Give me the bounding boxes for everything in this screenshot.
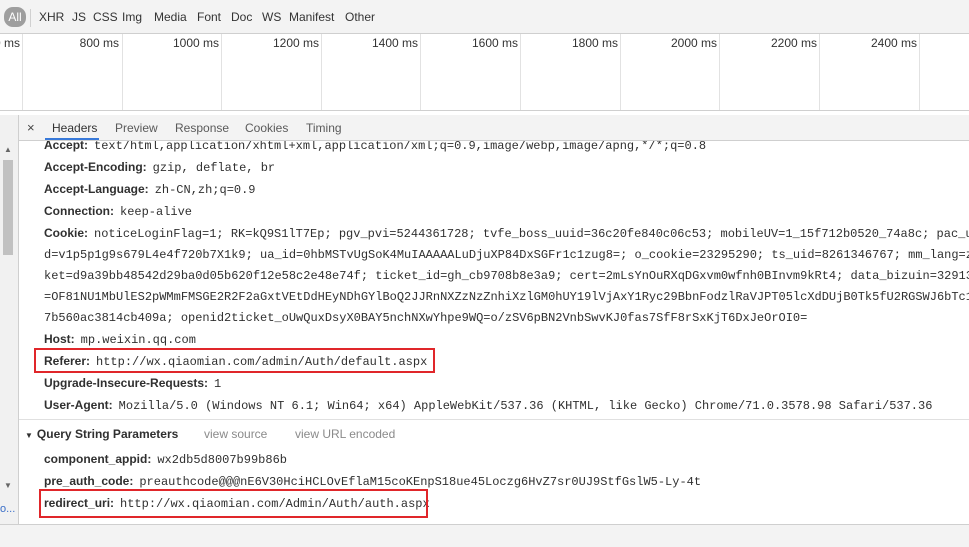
param-key: pre_auth_code: [44, 474, 134, 488]
details-tabbar: × Headers Preview Response Cookies Timin… [19, 115, 969, 141]
timeline-gridline [520, 34, 521, 110]
header-value: mp.weixin.qq.com [80, 333, 196, 347]
header-accept: Accept: text/html,application/xhtml+xml,a… [44, 141, 706, 154]
timeline-tick-label: 2200 ms [770, 36, 817, 50]
param-key: component_appid: [44, 452, 152, 466]
timeline-gridline [122, 34, 123, 110]
timeline-gridline [620, 34, 621, 110]
filter-js[interactable]: JS [72, 9, 86, 25]
timeline-gridline [221, 34, 222, 110]
header-value: noticeLoginFlag=1; RK=kQ9S1lT7Ep; pgv_pv… [94, 227, 969, 241]
filter-xhr[interactable]: XHR [39, 9, 64, 25]
header-host: Host: mp.weixin.qq.com [44, 331, 196, 348]
close-icon[interactable]: × [27, 120, 35, 135]
timeline-tick-label: 1800 ms [571, 36, 618, 50]
timeline-gridline [919, 34, 920, 110]
filter-all-button[interactable]: All [4, 7, 26, 27]
param-value: wx2db5d8007b99b86b [157, 453, 287, 467]
filter-bar: All XHR JS CSS Img Media Font Doc WS Man… [0, 0, 969, 34]
filter-other[interactable]: Other [345, 9, 375, 25]
header-accept-language: Accept-Language: zh-CN,zh;q=0.9 [44, 181, 256, 198]
header-value: gzip, deflate, br [152, 161, 276, 175]
headers-content: Accept: text/html,application/xhtml+xml,a… [19, 141, 969, 524]
cookie-value-line: =OF81NU1MbUlES2pWMmFMSGE2R2F2aGxtVEtDdHE… [44, 290, 969, 304]
filter-font[interactable]: Font [197, 9, 221, 25]
scroll-up-arrow-icon[interactable]: ▲ [4, 145, 12, 154]
timeline-tick-label: 800 ms [79, 36, 119, 50]
timeline-tick-label: 1000 ms [172, 36, 219, 50]
timeline-gridline [819, 34, 820, 110]
view-url-encoded-link[interactable]: view URL encoded [295, 427, 395, 441]
filter-media[interactable]: Media [154, 9, 187, 25]
cookie-value-line: ket=d9a39bb48542d29ba0d05b620f12e58c2e48… [44, 269, 969, 283]
filter-doc[interactable]: Doc [231, 9, 252, 25]
section-divider [19, 419, 969, 420]
query-string-section-header[interactable]: ▼ Query String Parameters [25, 427, 178, 441]
header-user-agent: User-Agent: Mozilla/5.0 (Windows NT 6.1; … [44, 397, 932, 414]
header-value: keep-alive [120, 205, 193, 219]
timeline-tick-label: 2000 ms [670, 36, 717, 50]
timeline-overview[interactable]: 0 ms 800 ms 1000 ms 1200 ms 1400 ms 1600… [0, 34, 969, 111]
param-component-appid: component_appid: wx2db5d8007b99b86b [44, 451, 287, 468]
tab-response[interactable]: Response [175, 121, 229, 135]
redirect-uri-highlight-box [39, 489, 428, 518]
filter-separator [30, 9, 31, 27]
filter-manifest[interactable]: Manifest [289, 9, 334, 25]
header-cookie: Cookie: noticeLoginFlag=1; RK=kQ9S1lT7Ep;… [44, 225, 969, 242]
filter-img[interactable]: Img [122, 9, 142, 25]
header-key: Host: [44, 332, 75, 346]
header-key: Connection: [44, 204, 114, 218]
header-key: Accept-Encoding: [44, 160, 147, 174]
cookie-value-line: 7b560ac3814cb409a; openid2ticket_oUwQuxD… [44, 311, 808, 325]
cookie-value-line: d=v1p5p1g9s679L4e4f720b7X1k9; ua_id=0hbM… [44, 248, 969, 262]
header-value: Mozilla/5.0 (Windows NT 6.1; Win64; x64)… [118, 399, 933, 413]
tab-preview[interactable]: Preview [115, 121, 158, 135]
expand-triangle-icon[interactable]: ▼ [25, 431, 33, 440]
timeline-tick-label: 0 ms [0, 36, 20, 50]
header-key: User-Agent: [44, 398, 113, 412]
timeline-tick-label: 1400 ms [371, 36, 418, 50]
timeline-tick-label: 2400 ms [870, 36, 917, 50]
param-pre-auth-code: pre_auth_code: preauthcode@@@nE6V30HciHCL… [44, 473, 701, 490]
filter-ws[interactable]: WS [262, 9, 281, 25]
tab-cookies[interactable]: Cookies [245, 121, 288, 135]
status-bar [0, 524, 969, 547]
timeline-gridline [420, 34, 421, 110]
request-list-strip[interactable]: ▲ ▼ o... [0, 115, 19, 524]
header-key: Upgrade-Insecure-Requests: [44, 376, 209, 390]
scrollbar-thumb[interactable] [3, 160, 13, 255]
header-accept-encoding: Accept-Encoding: gzip, deflate, br [44, 159, 275, 176]
header-key: Cookie: [44, 226, 89, 240]
scroll-down-arrow-icon[interactable]: ▼ [4, 481, 12, 490]
timeline-tick-label: 1200 ms [272, 36, 319, 50]
header-value: zh-CN,zh;q=0.9 [154, 183, 256, 197]
header-key: Accept-Language: [44, 182, 149, 196]
section-title: Query String Parameters [36, 427, 179, 441]
param-value: preauthcode@@@nE6V30HciHCLOvEflaM15coKEn… [139, 475, 702, 489]
active-tab-indicator [45, 138, 99, 140]
header-value: 1 [214, 377, 222, 391]
header-value: text/html,application/xhtml+xml,applicat… [94, 141, 707, 153]
timeline-tick-label: 1600 ms [471, 36, 518, 50]
header-key: Accept: [44, 141, 89, 152]
tab-headers[interactable]: Headers [52, 121, 97, 135]
header-connection: Connection: keep-alive [44, 203, 192, 220]
header-upgrade-insecure-requests: Upgrade-Insecure-Requests: 1 [44, 375, 221, 392]
request-name-fragment[interactable]: o... [0, 503, 15, 515]
filter-css[interactable]: CSS [93, 9, 118, 25]
referer-highlight-box [34, 348, 435, 373]
view-source-link[interactable]: view source [204, 427, 267, 441]
timeline-gridline [321, 34, 322, 110]
timeline-gridline [22, 34, 23, 110]
timeline-gridline [719, 34, 720, 110]
tab-timing[interactable]: Timing [306, 121, 342, 135]
